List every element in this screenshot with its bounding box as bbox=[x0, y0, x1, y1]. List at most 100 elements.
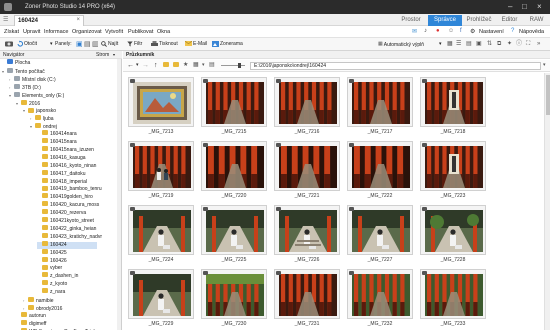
menu-informace[interactable]: Informace bbox=[44, 29, 68, 35]
autofill-button[interactable]: ▦Automatický výplň bbox=[378, 40, 424, 49]
thumbnail-item[interactable]: _MG_7225 bbox=[199, 203, 269, 265]
thumbnail-item[interactable]: _MG_7217 bbox=[345, 75, 415, 137]
display-mode-icon[interactable]: ▤ bbox=[209, 61, 215, 70]
thumbnail-item[interactable]: _MG_7231 bbox=[272, 267, 342, 329]
back-icon[interactable]: ← bbox=[127, 61, 134, 70]
zonerama-button[interactable]: Zonerama bbox=[212, 40, 243, 49]
rotate-dropdown-icon[interactable]: ▾ bbox=[50, 40, 53, 49]
tree-item[interactable]: 160425 bbox=[37, 248, 67, 257]
thumbnail-item[interactable]: _MG_7222 bbox=[345, 139, 415, 201]
explorer-scroll-thumb[interactable] bbox=[546, 75, 550, 115]
thumbnail-item[interactable]: _MG_7220 bbox=[199, 139, 269, 201]
thumbnail-item[interactable]: _MG_7221 bbox=[272, 139, 342, 201]
thumbnail-item[interactable]: _MG_7229 bbox=[126, 267, 196, 329]
view-details-icon[interactable]: ▤ bbox=[466, 40, 472, 49]
view-list-icon[interactable]: ☰ bbox=[456, 40, 461, 49]
menu-vytvorit[interactable]: Vytvořit bbox=[105, 29, 123, 35]
explorer-scrollbar[interactable] bbox=[544, 73, 550, 330]
mode-tab-spravce[interactable]: Správce bbox=[428, 15, 462, 26]
panel-bottom-icon[interactable]: ▤ bbox=[84, 40, 91, 49]
tree-item[interactable]: 160416_kyoto_ninan bbox=[37, 161, 96, 170]
fullscreen-icon[interactable]: ⛶ bbox=[526, 40, 530, 49]
thumbnail-item[interactable]: _MG_7232 bbox=[345, 267, 415, 329]
panel-right-icon[interactable]: ▥ bbox=[92, 40, 99, 49]
tree-item[interactable]: › obrody2016 bbox=[23, 305, 62, 312]
tree-item[interactable]: › Místní disk (C:) bbox=[9, 75, 56, 83]
camera-icon[interactable] bbox=[5, 40, 14, 49]
print-button[interactable]: Tisknout bbox=[151, 40, 178, 49]
path-field[interactable]: E:\2016\japonsko\ondrej\160424 bbox=[250, 62, 541, 70]
thumbnail-item[interactable]: _MG_7224 bbox=[126, 203, 196, 265]
bell-icon[interactable]: ♪ bbox=[424, 28, 427, 34]
tree-item[interactable]: › 3TB (D:) bbox=[9, 83, 41, 91]
tree-item[interactable]: 160426 bbox=[37, 256, 67, 265]
view-grid-icon[interactable]: ▦ bbox=[447, 40, 453, 49]
tree-item[interactable]: Plocha bbox=[2, 59, 30, 67]
back-dropdown-icon[interactable]: ▾ bbox=[136, 61, 139, 70]
tree-item[interactable]: 160415nara bbox=[37, 138, 77, 146]
tree-item[interactable]: 160414nara bbox=[37, 130, 77, 138]
forward-icon[interactable]: → bbox=[142, 61, 149, 70]
tree-item[interactable]: z_dashen_in bbox=[37, 272, 78, 280]
thumbnail-item[interactable]: _MG_7213 bbox=[126, 75, 196, 137]
tree-item[interactable]: ▾ Tento počítač bbox=[2, 68, 45, 75]
thumbnail-item[interactable]: _MG_7216 bbox=[272, 75, 342, 137]
tree-item[interactable]: vyber bbox=[37, 264, 62, 272]
grid-size-dropdown-icon[interactable]: ▾ bbox=[202, 61, 205, 70]
tree-item[interactable]: › ljuba bbox=[30, 115, 54, 122]
tree-item[interactable]: autorun bbox=[16, 311, 46, 320]
email-button[interactable]: E-Mail bbox=[185, 40, 207, 49]
thumbnail-item[interactable]: _MG_7233 bbox=[418, 267, 488, 329]
close-tab-icon[interactable]: × bbox=[76, 17, 80, 23]
tree-item[interactable]: ▾ japonsko bbox=[23, 107, 56, 114]
tree-item[interactable]: 160418_imperial bbox=[37, 177, 87, 186]
autofill-dropdown-icon[interactable]: ▾ bbox=[439, 40, 442, 49]
tree-item[interactable]: 160424 bbox=[37, 240, 97, 249]
tree-item[interactable]: 160423_kratichy_nadvr bbox=[37, 232, 102, 241]
minimize-icon[interactable]: – bbox=[508, 2, 512, 11]
menu-publikovat[interactable]: Publikovat bbox=[128, 29, 153, 35]
info-icon[interactable]: ⓘ bbox=[516, 40, 522, 49]
find-button[interactable]: Najít bbox=[101, 40, 118, 49]
mode-tab-raw[interactable]: RAW bbox=[523, 15, 550, 26]
tree-item[interactable]: 160419_bamboo_tenru bbox=[37, 185, 102, 193]
new-folder-icon[interactable] bbox=[173, 62, 181, 71]
close-window-icon[interactable]: × bbox=[537, 2, 542, 11]
tree-item[interactable]: ▾ Elements_only (E:) bbox=[9, 91, 64, 99]
thumb-size-handle[interactable] bbox=[238, 63, 241, 68]
thumbnail-item[interactable]: _MG_7223 bbox=[418, 139, 488, 201]
tree-item[interactable]: 160419golden_hiro bbox=[37, 193, 93, 201]
tree-item[interactable]: 160415nara_izuzen bbox=[37, 146, 94, 154]
favorites-icon[interactable]: ★ bbox=[183, 61, 188, 70]
tab-menu-icon[interactable]: ☰ bbox=[3, 16, 8, 23]
menu-okna[interactable]: Okna bbox=[157, 29, 170, 35]
thumbnail-item[interactable]: _MG_7226 bbox=[272, 203, 342, 265]
tree-item[interactable]: 160421kyoto_street bbox=[37, 217, 94, 225]
settings-gear-icon[interactable]: ⚙ bbox=[470, 28, 475, 35]
tree-item[interactable]: 160416_kasuga bbox=[37, 153, 86, 162]
more-icon[interactable]: » bbox=[537, 40, 540, 49]
sort-icon[interactable]: ⇅ bbox=[487, 40, 492, 49]
thumbnail-item[interactable]: _MG_7218 bbox=[418, 75, 488, 137]
compare-icon[interactable]: ⧉ bbox=[497, 40, 501, 49]
document-tab[interactable]: 160424 × bbox=[14, 15, 84, 26]
menu-ziskat[interactable]: Získat bbox=[4, 29, 19, 35]
tree-item[interactable]: ▾ ondrej bbox=[30, 123, 57, 130]
thumbnail-item[interactable]: _MG_7228 bbox=[418, 203, 488, 265]
menu-help[interactable]: Nápověda bbox=[519, 29, 544, 35]
navigator-scrollbar[interactable] bbox=[117, 59, 121, 330]
map-icon[interactable]: ✦ bbox=[507, 40, 512, 49]
notification-icon[interactable]: ● bbox=[436, 28, 440, 34]
thumbnail-item[interactable]: _MG_7230 bbox=[199, 267, 269, 329]
facebook-icon[interactable]: f bbox=[460, 28, 462, 34]
view-preview-icon[interactable]: ▣ bbox=[476, 40, 482, 49]
tree-item[interactable]: z_nara bbox=[37, 288, 65, 296]
mode-tab-editor[interactable]: Editor bbox=[496, 15, 523, 26]
tree-item[interactable]: › namibie bbox=[23, 297, 54, 304]
mode-tab-prostor[interactable]: Prostor bbox=[394, 15, 428, 26]
folder-icon[interactable] bbox=[163, 62, 171, 71]
thumb-size-slider[interactable] bbox=[221, 65, 245, 66]
share-icon[interactable]: ✉ bbox=[412, 28, 417, 35]
tree-item[interactable]: z_kyoto bbox=[37, 280, 67, 288]
menu-organizovat[interactable]: Organizovat bbox=[72, 29, 102, 35]
